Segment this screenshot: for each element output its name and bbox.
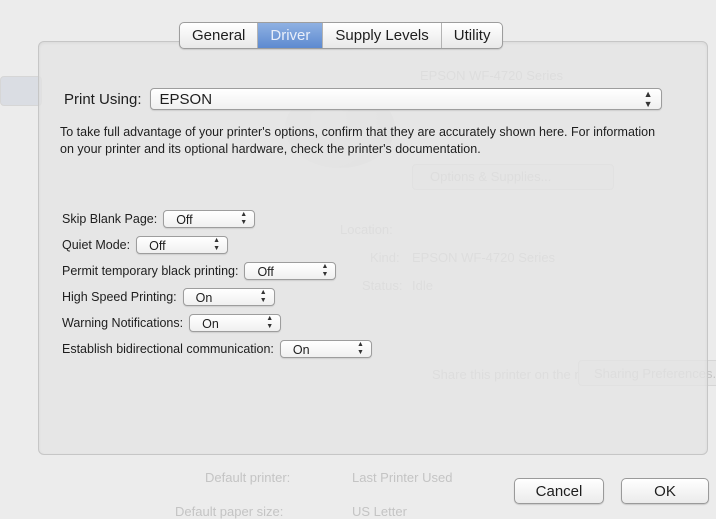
- quiet-mode-select[interactable]: Off ▲ ▼: [136, 236, 229, 254]
- permit-temporary-black-printing-select[interactable]: Off ▲ ▼: [244, 262, 337, 280]
- tab-utility[interactable]: Utility: [442, 23, 503, 48]
- setting-high-speed-printing: High Speed Printing: On ▲ ▼: [62, 286, 372, 308]
- printer-list-selection: [0, 76, 42, 106]
- setting-permit-temporary-black-printing: Permit temporary black printing: Off ▲ ▼: [62, 260, 372, 282]
- warning-notifications-select[interactable]: On ▲ ▼: [189, 314, 282, 332]
- setting-skip-blank-page: Skip Blank Page: Off ▲ ▼: [62, 208, 372, 230]
- chevron-up-down-icon: ▲ ▼: [213, 237, 221, 252]
- tab-general[interactable]: General: [180, 23, 259, 48]
- setting-label: High Speed Printing:: [62, 290, 177, 304]
- high-speed-printing-select[interactable]: On ▲ ▼: [182, 288, 275, 306]
- setting-label: Establish bidirectional communication:: [62, 342, 274, 356]
- chevron-up-down-icon: ▲ ▼: [643, 89, 653, 109]
- setting-establish-bidirectional-communication: Establish bidirectional communication: O…: [62, 338, 372, 360]
- ok-button[interactable]: OK: [621, 478, 709, 504]
- chevron-up-down-icon: ▲ ▼: [240, 211, 248, 226]
- bg-default-printer-value: Last Printer Used: [352, 470, 453, 485]
- setting-label: Quiet Mode:: [62, 238, 131, 252]
- chevron-up-down-icon: ▲ ▼: [259, 289, 267, 304]
- print-using-value: EPSON: [159, 91, 213, 108]
- setting-label: Permit temporary black printing:: [62, 264, 239, 278]
- setting-value: Off: [149, 239, 166, 253]
- print-using-row: Print Using: EPSON ▲ ▼: [64, 88, 662, 110]
- chevron-up-down-icon: ▲ ▼: [266, 315, 274, 330]
- setting-value: Off: [176, 213, 193, 227]
- setting-warning-notifications: Warning Notifications: On ▲ ▼: [62, 312, 372, 334]
- chevron-up-down-icon: ▲ ▼: [321, 263, 329, 278]
- establish-bidirectional-communication-select[interactable]: On ▲ ▼: [279, 340, 372, 358]
- setting-value: On: [195, 291, 213, 305]
- settings-list: Skip Blank Page: Off ▲ ▼ Quiet Mode: Off …: [62, 208, 372, 364]
- cancel-button[interactable]: Cancel: [514, 478, 604, 504]
- setting-quiet-mode: Quiet Mode: Off ▲ ▼: [62, 234, 372, 256]
- print-using-label: Print Using:: [64, 90, 142, 108]
- print-using-select[interactable]: EPSON ▲ ▼: [149, 88, 662, 110]
- setting-label: Warning Notifications:: [62, 316, 184, 330]
- setting-label: Skip Blank Page:: [62, 212, 158, 226]
- setting-value: On: [292, 343, 310, 357]
- driver-description: To take full advantage of your printer's…: [60, 125, 656, 156]
- setting-value: Off: [257, 265, 274, 279]
- skip-blank-page-select[interactable]: Off ▲ ▼: [163, 210, 256, 228]
- bg-default-printer-label: Default printer:: [205, 470, 291, 485]
- tab-supply-levels[interactable]: Supply Levels: [323, 23, 442, 48]
- chevron-up-down-icon: ▲ ▼: [356, 341, 364, 356]
- tab-driver[interactable]: Driver: [258, 23, 324, 48]
- tab-bar: General Driver Supply Levels Utility: [179, 22, 504, 49]
- setting-value: On: [202, 317, 219, 331]
